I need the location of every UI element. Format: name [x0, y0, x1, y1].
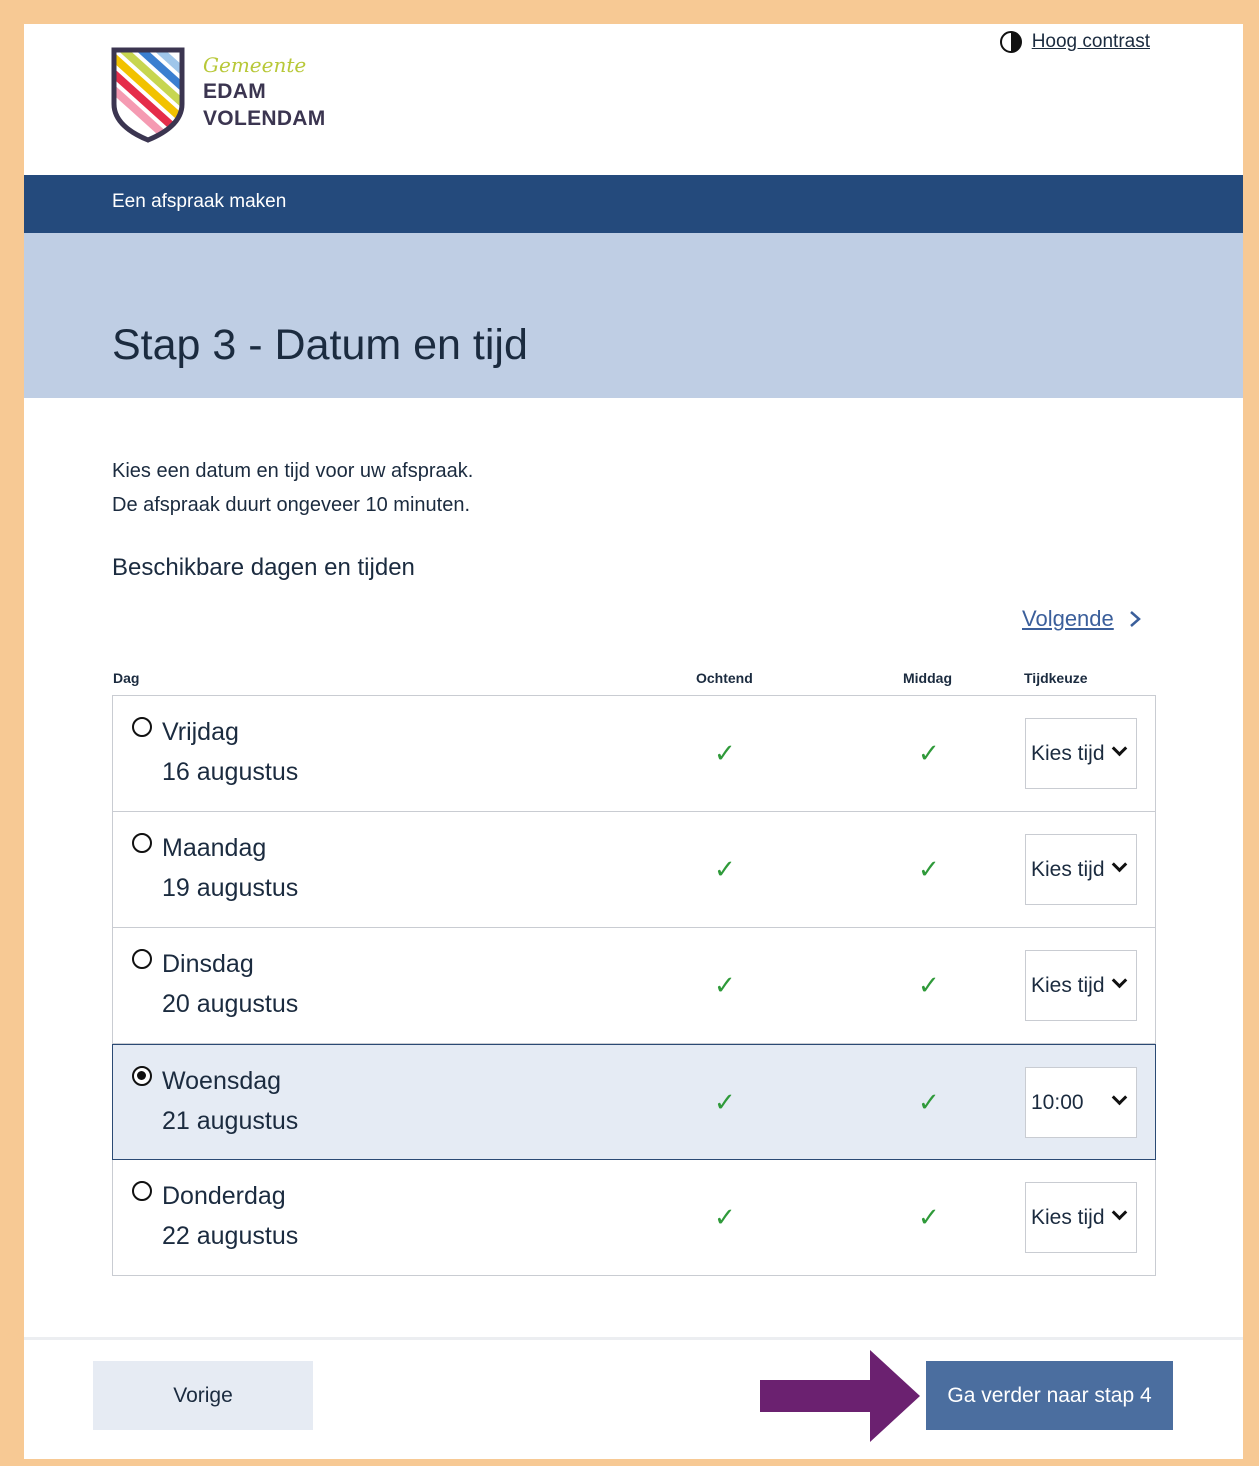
day-radio[interactable]	[132, 833, 152, 853]
contrast-icon	[999, 31, 1022, 53]
form-footer: Vorige Ga verder naar stap 4	[24, 1337, 1243, 1459]
time-select[interactable]: Kies tijd	[1025, 1182, 1137, 1253]
day-radio[interactable]	[132, 949, 152, 969]
page: Gemeente EDAM VOLENDAM Hoog contrast Een…	[24, 24, 1243, 1459]
afternoon-available-icon: ✓	[918, 970, 940, 1000]
time-select[interactable]: Kies tijd	[1025, 950, 1137, 1021]
next-week-link[interactable]: Volgende	[1022, 606, 1142, 632]
afternoon-available-icon: ✓	[918, 854, 940, 884]
logo-gemeente-text: Gemeente	[203, 53, 307, 77]
day-radio[interactable]	[132, 1181, 152, 1201]
annotation-arrow-icon	[760, 1350, 920, 1442]
day-date: 22 augustus	[162, 1222, 299, 1250]
table-row[interactable]: Vrijdag 16 augustus ✓ ✓ Kies tijd	[113, 696, 1155, 812]
column-header-morning: Ochtend	[696, 670, 753, 686]
high-contrast-label: Hoog contrast	[1031, 31, 1150, 52]
section-title: Beschikbare dagen en tijden	[112, 554, 415, 581]
logo-volendam-text: VOLENDAM	[203, 107, 326, 130]
site-header: Gemeente EDAM VOLENDAM Hoog contrast	[24, 24, 1243, 175]
continue-button[interactable]: Ga verder naar stap 4	[926, 1361, 1173, 1430]
shield-logo-icon	[111, 47, 185, 143]
day-radio[interactable]	[132, 717, 152, 737]
day-radio-checked[interactable]	[132, 1066, 152, 1086]
day-name: Donderdag	[162, 1182, 286, 1210]
table-row[interactable]: Donderdag 22 augustus ✓ ✓ Kies tijd	[113, 1160, 1155, 1276]
chevron-right-icon	[1129, 611, 1141, 627]
logo-edam-text: EDAM	[203, 80, 267, 103]
column-header-afternoon: Middag	[903, 670, 952, 686]
day-date: 16 augustus	[162, 758, 299, 786]
day-name: Woensdag	[162, 1067, 282, 1095]
time-select[interactable]: Kies tijd	[1025, 718, 1137, 789]
intro-line-1: Kies een datum en tijd voor uw afspraak.	[112, 460, 474, 482]
column-header-time: Tijdkeuze	[1024, 670, 1088, 686]
morning-available-icon: ✓	[714, 1087, 736, 1117]
availability-table: Vrijdag 16 augustus ✓ ✓ Kies tijd Maanda…	[112, 695, 1156, 1276]
logo-wordmark: Gemeente EDAM VOLENDAM	[203, 52, 326, 132]
day-date: 20 augustus	[162, 990, 299, 1018]
day-date: 21 augustus	[162, 1107, 299, 1135]
day-date: 19 augustus	[162, 874, 299, 902]
navigation-bar: Een afspraak maken	[24, 175, 1243, 233]
table-row-selected[interactable]: Woensdag 21 augustus ✓ ✓ 10:00	[112, 1044, 1156, 1160]
page-title: Stap 3 - Datum en tijd	[112, 321, 528, 369]
intro-text: Kies een datum en tijd voor uw afspraak.…	[112, 454, 473, 522]
morning-available-icon: ✓	[714, 970, 736, 1000]
time-select[interactable]: Kies tijd	[1025, 834, 1137, 905]
day-name: Dinsdag	[162, 950, 254, 978]
table-row[interactable]: Maandag 19 augustus ✓ ✓ Kies tijd	[113, 812, 1155, 928]
hero-banner: Stap 3 - Datum en tijd	[24, 233, 1243, 398]
next-week-label: Volgende	[1022, 606, 1114, 631]
afternoon-available-icon: ✓	[918, 1202, 940, 1232]
morning-available-icon: ✓	[714, 1202, 736, 1232]
afternoon-available-icon: ✓	[918, 738, 940, 768]
table-row[interactable]: Dinsdag 20 augustus ✓ ✓ Kies tijd	[113, 928, 1155, 1044]
high-contrast-toggle[interactable]: Hoog contrast	[999, 31, 1150, 53]
column-header-day: Dag	[113, 670, 140, 686]
day-name: Maandag	[162, 834, 267, 862]
intro-line-2: De afspraak duurt ongeveer 10 minuten.	[112, 494, 470, 516]
municipality-logo[interactable]	[110, 46, 186, 149]
previous-button[interactable]: Vorige	[93, 1361, 313, 1430]
afternoon-available-icon: ✓	[918, 1087, 940, 1117]
time-select[interactable]: 10:00	[1025, 1067, 1137, 1138]
morning-available-icon: ✓	[714, 854, 736, 884]
nav-title: Een afspraak maken	[112, 191, 287, 212]
morning-available-icon: ✓	[714, 738, 736, 768]
day-name: Vrijdag	[162, 718, 239, 746]
